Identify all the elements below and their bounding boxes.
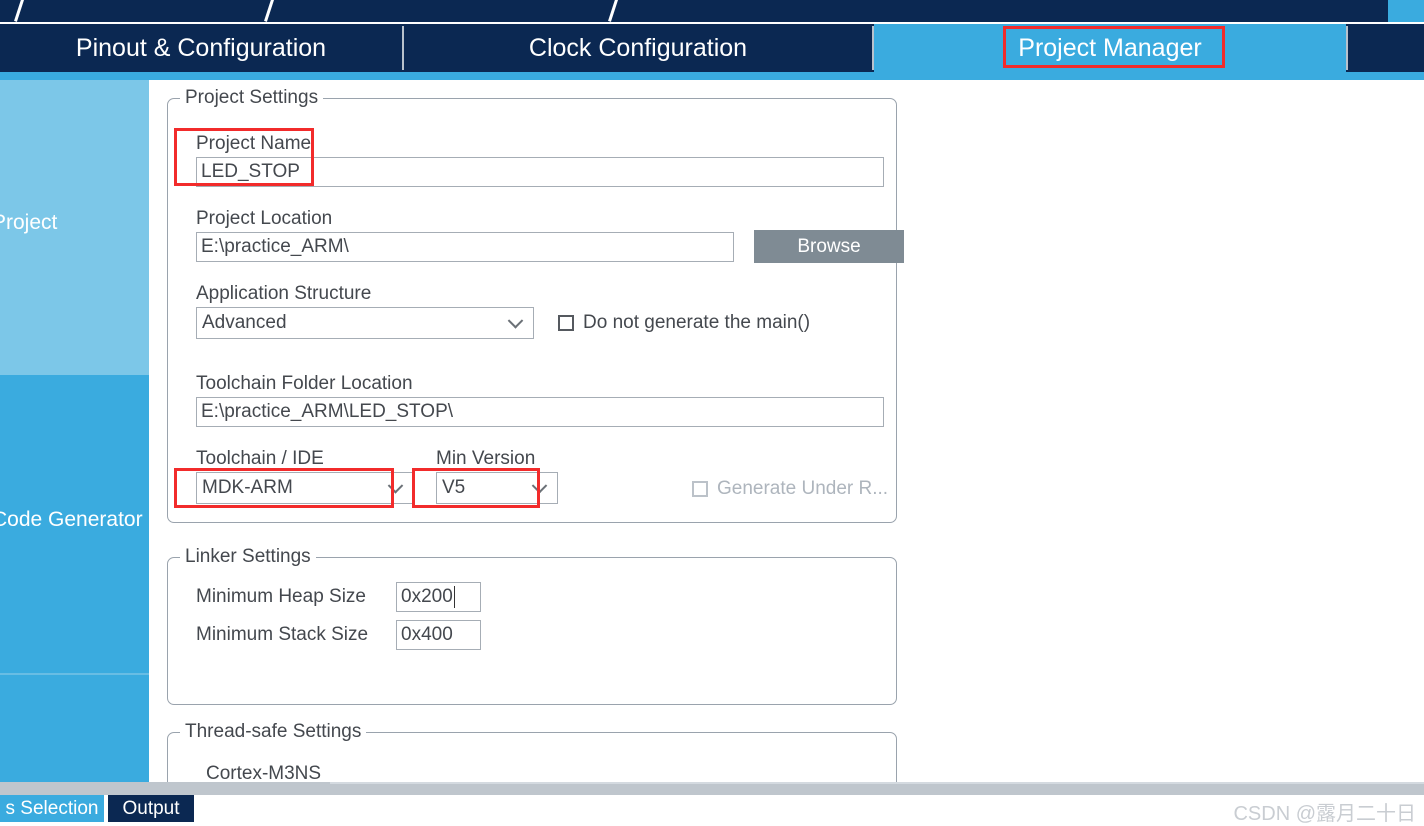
tab-overflow[interactable] — [1348, 24, 1424, 72]
chevron-down-icon — [387, 478, 404, 494]
bottom-tab-output[interactable]: Output — [108, 795, 194, 822]
stm32cubemx-window: Pinout & Configuration Clock Configurati… — [0, 0, 1424, 826]
toolbar-slash-icon — [608, 0, 619, 22]
project-name-value: LED_STOP — [201, 161, 300, 182]
minimum-stack-size-label: Minimum Stack Size — [196, 624, 369, 645]
bottom-tab-label: s Selection — [5, 797, 99, 819]
sidebar-item-label: Project — [0, 211, 58, 234]
thread-safe-settings-group: Thread-safe Settings Cortex-M3NS — [167, 721, 897, 782]
watermark-text: CSDN @露月二十日 — [1233, 803, 1416, 825]
bottom-tab-label: Output — [122, 797, 180, 819]
thread-safe-settings-title: Thread-safe Settings — [180, 721, 367, 743]
checkbox-box-icon — [558, 315, 574, 331]
linker-settings-group: Linker Settings Minimum Heap Size 0x200 … — [167, 546, 897, 705]
minimum-heap-size-input[interactable]: 0x200 — [396, 582, 481, 612]
bottom-bar: s Selection Output CSDN @露月二十日 — [0, 795, 1424, 826]
do-not-generate-main-checkbox[interactable]: Do not generate the main() — [558, 312, 810, 334]
tab-label: Clock Configuration — [528, 33, 748, 62]
browse-button[interactable]: Browse — [754, 230, 904, 263]
chevron-down-icon — [507, 313, 524, 329]
application-structure-select[interactable]: Advanced — [196, 307, 534, 339]
project-settings-title: Project Settings — [180, 87, 324, 109]
tab-label: Pinout & Configuration — [75, 33, 327, 62]
tab-label: Project Manager — [1018, 33, 1202, 62]
tab-clock-configuration[interactable]: Clock Configuration — [404, 24, 872, 72]
tab-underline-bar — [0, 72, 1424, 80]
minimum-heap-size-label: Minimum Heap Size — [196, 586, 366, 607]
application-structure-label: Application Structure — [196, 283, 372, 304]
min-version-select[interactable]: V5 — [436, 472, 558, 504]
toolchain-ide-value: MDK-ARM — [202, 477, 293, 498]
text-caret — [453, 586, 455, 608]
linker-settings-title: Linker Settings — [180, 546, 316, 568]
tab-project-manager[interactable]: Project Manager — [874, 24, 1346, 72]
sidebar-item-project[interactable]: Project — [0, 80, 149, 375]
application-structure-value: Advanced — [202, 312, 287, 333]
project-name-label: Project Name — [196, 133, 312, 154]
bottom-tab-selection[interactable]: s Selection — [0, 795, 104, 822]
toolbar-slash-icon — [264, 0, 275, 22]
project-location-input[interactable]: E:\practice_ARM\ — [196, 232, 734, 262]
project-manager-content: Project Settings Project Name LED_STOP P… — [149, 80, 1424, 782]
project-location-value: E:\practice_ARM\ — [201, 236, 349, 257]
project-manager-sidebar: Project Code Generator — [0, 80, 149, 782]
project-location-label: Project Location — [196, 208, 333, 229]
chevron-down-icon — [531, 478, 548, 494]
generate-under-root-checkbox: Generate Under R... — [692, 478, 888, 500]
toolbar-slash-icon — [14, 0, 25, 22]
project-settings-group: Project Settings Project Name LED_STOP P… — [167, 87, 904, 523]
horizontal-scrollbar[interactable] — [0, 782, 1424, 795]
min-version-value: V5 — [442, 477, 466, 498]
tab-pinout-configuration[interactable]: Pinout & Configuration — [0, 24, 402, 72]
main-tab-bar: Pinout & Configuration Clock Configurati… — [0, 24, 1424, 72]
toolbar-accent-block — [1388, 0, 1424, 22]
toolchain-folder-label: Toolchain Folder Location — [196, 373, 413, 394]
sidebar-item-advanced-settings[interactable] — [0, 675, 149, 782]
minimum-heap-size-value: 0x200 — [401, 586, 453, 607]
project-name-input[interactable]: LED_STOP — [196, 157, 884, 187]
toolchain-ide-label: Toolchain / IDE — [196, 448, 324, 469]
thread-safe-core-label: Cortex-M3NS — [206, 763, 322, 782]
sidebar-item-label: Code Generator — [0, 508, 143, 531]
minimum-stack-size-value: 0x400 — [401, 624, 453, 645]
generate-under-root-label: Generate Under R... — [717, 478, 889, 499]
scrollbar-thumb[interactable] — [0, 782, 330, 795]
min-version-label: Min Version — [436, 448, 536, 469]
do-not-generate-main-label: Do not generate the main() — [583, 312, 811, 333]
toolchain-folder-value: E:\practice_ARM\LED_STOP\ — [201, 401, 454, 422]
toolchain-ide-select[interactable]: MDK-ARM — [196, 472, 414, 504]
toolchain-folder-input[interactable]: E:\practice_ARM\LED_STOP\ — [196, 397, 884, 427]
checkbox-box-icon — [692, 481, 708, 497]
minimum-stack-size-input[interactable]: 0x400 — [396, 620, 481, 650]
top-toolbar-strip — [0, 0, 1424, 22]
sidebar-item-code-generator[interactable]: Code Generator — [0, 375, 149, 673]
